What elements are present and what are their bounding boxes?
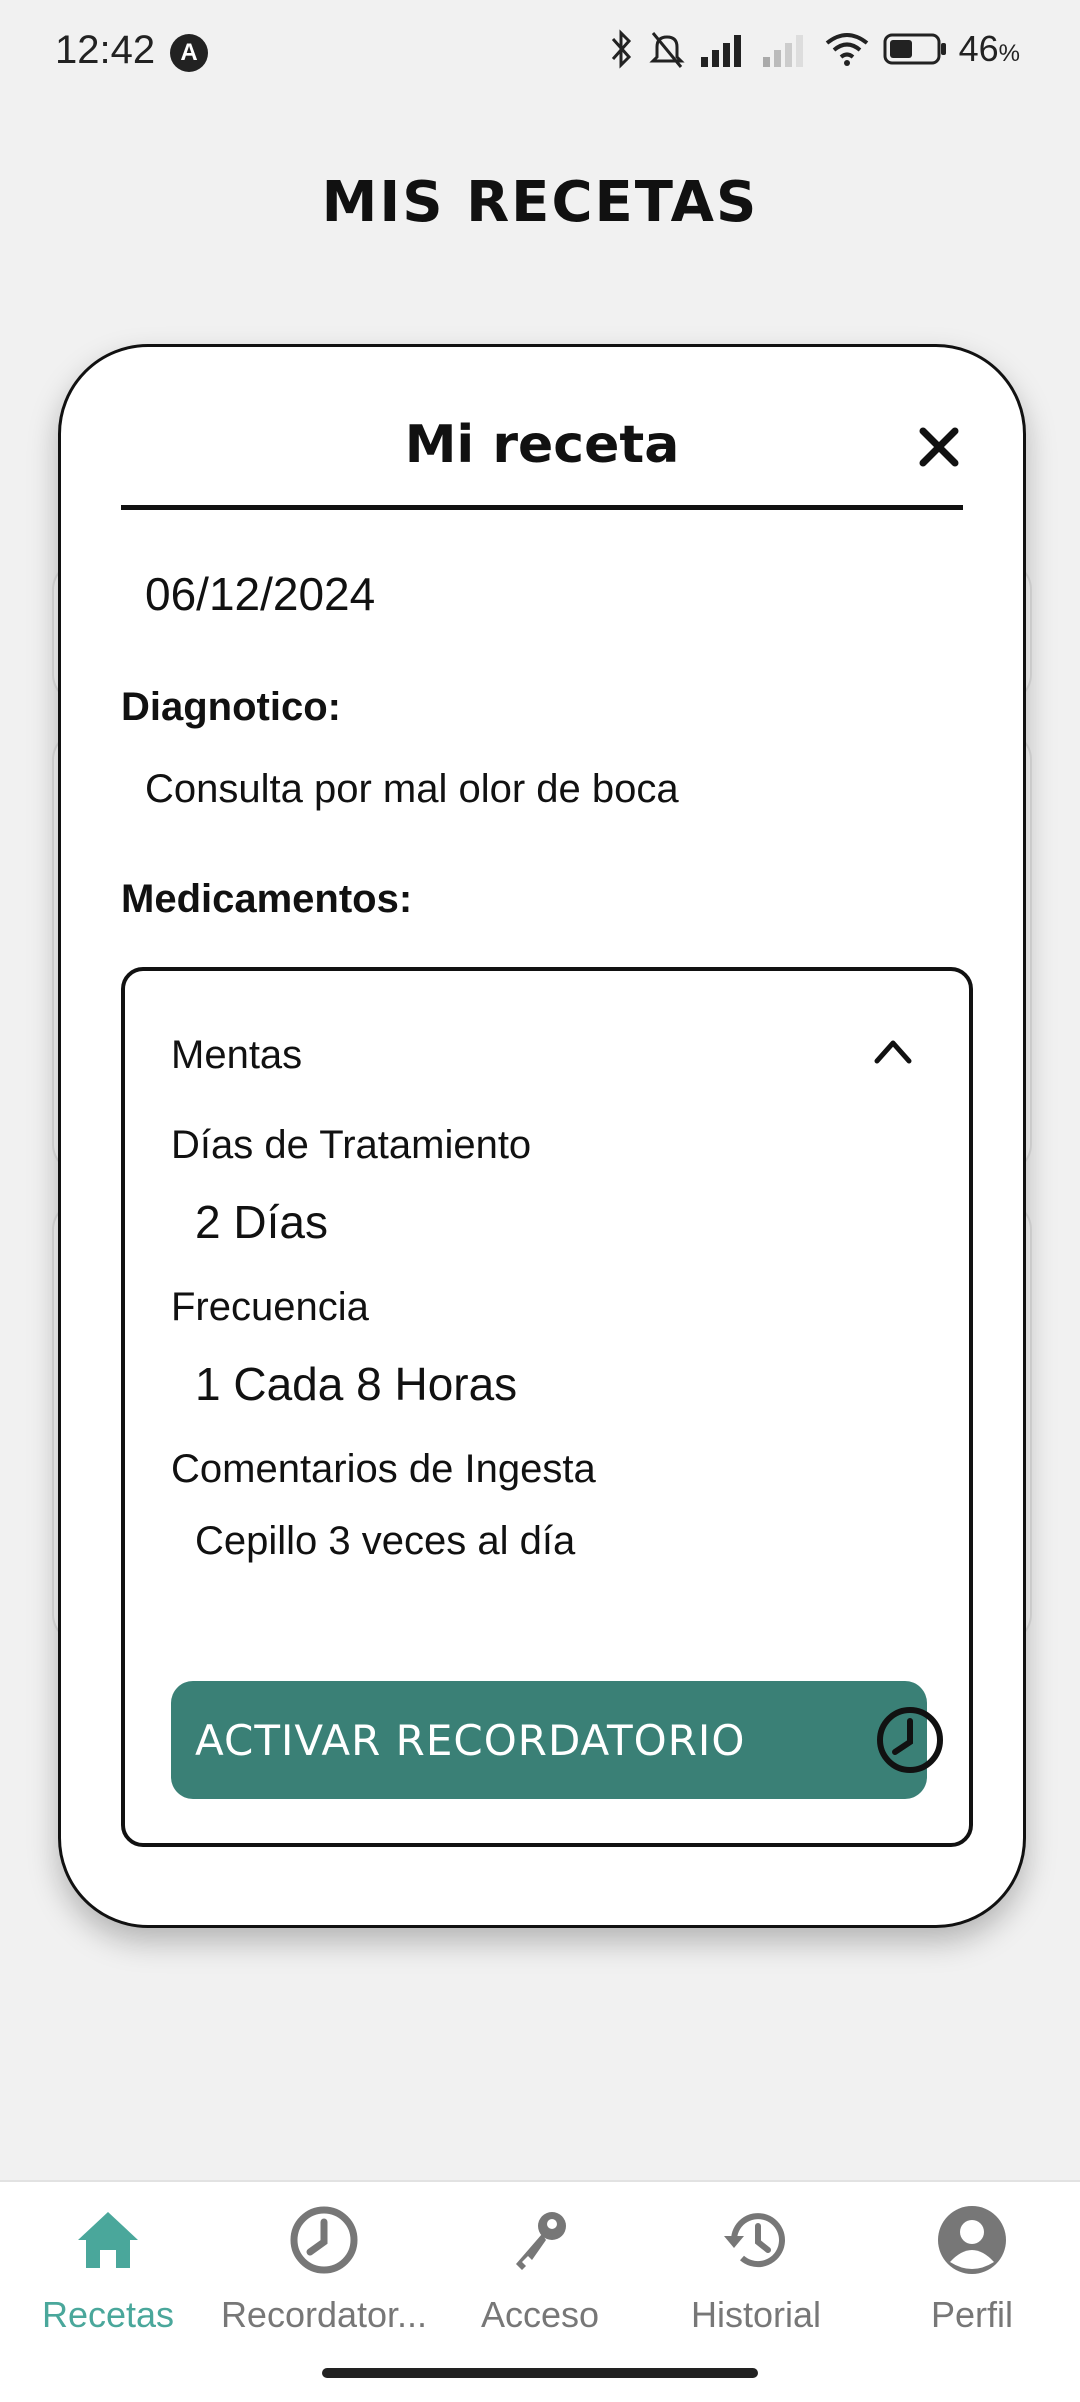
medication-name: Mentas xyxy=(171,1033,303,1077)
status-icons: 46% xyxy=(609,28,1020,70)
bluetooth-icon xyxy=(611,29,631,69)
activate-reminder-button[interactable]: ACTIVAR RECORDATORIO xyxy=(171,1681,943,1799)
diagnosis-value: Consulta por mal olor de boca xyxy=(145,767,679,811)
treatment-days-label: Días de Tratamiento xyxy=(171,1123,532,1167)
nav-label-recordatorios: Recordator... xyxy=(220,2294,428,2335)
home-indicator xyxy=(322,2368,758,2378)
chevron-up-icon[interactable] xyxy=(873,1037,913,1065)
frequency-label: Frecuencia xyxy=(171,1285,369,1329)
nav-label-historial: Historial xyxy=(690,2294,822,2335)
nav-item-historial[interactable]: Historial xyxy=(648,2204,864,2336)
nav-item-recetas[interactable]: Recetas xyxy=(0,2204,216,2336)
nav-label-recetas: Recetas xyxy=(41,2294,175,2335)
medication-card: Mentas Días de Tratamiento 2 Días Frecue… xyxy=(121,967,973,1847)
status-time: 12:42 xyxy=(55,28,156,72)
home-icon xyxy=(78,2212,138,2268)
recipe-date: 06/12/2024 xyxy=(145,568,376,620)
battery-icon xyxy=(883,33,946,65)
bell-muted-icon xyxy=(648,32,685,68)
activate-reminder-label: ACTIVAR RECORDATORIO xyxy=(195,1715,746,1765)
nav-label-acceso: Acceso xyxy=(480,2294,600,2335)
battery-percentage: 46% xyxy=(959,28,1020,70)
clock-icon xyxy=(877,1707,943,1773)
nav-item-perfil[interactable]: Perfil xyxy=(864,2204,1080,2336)
battery-value: 46 xyxy=(958,28,999,69)
page-title: MIS RECETAS xyxy=(321,170,759,235)
signal-icon xyxy=(700,35,741,67)
intake-comments-label: Comentarios de Ingesta xyxy=(171,1447,596,1491)
medications-label: Medicamentos: xyxy=(121,877,413,921)
treatment-days-value: 2 Días xyxy=(195,1196,328,1248)
key-icon xyxy=(516,2212,566,2270)
nav-item-recordatorios[interactable]: Recordator... xyxy=(216,2204,432,2336)
signal-weak-icon xyxy=(762,35,803,67)
diagnosis-label: Diagnotico: xyxy=(121,685,341,729)
frequency-value: 1 Cada 8 Horas xyxy=(195,1358,518,1410)
recipe-modal: Mi receta 06/12/2024 Diagnotico: Consult… xyxy=(58,344,1026,1928)
clock-icon xyxy=(290,2206,358,2274)
intake-comments-value: Cepillo 3 veces al día xyxy=(195,1519,576,1563)
close-icon[interactable] xyxy=(917,425,961,469)
battery-unit: % xyxy=(998,40,1020,67)
history-icon xyxy=(724,2213,785,2268)
status-bar: 12:42 A 46% xyxy=(0,0,1080,110)
app-notification-icon: A xyxy=(170,34,208,72)
modal-title: Mi receta xyxy=(404,415,680,475)
wifi-icon xyxy=(825,33,868,66)
profile-icon xyxy=(938,2206,1006,2274)
nav-label-perfil: Perfil xyxy=(930,2294,1014,2335)
modal-divider xyxy=(121,505,963,510)
nav-item-acceso[interactable]: Acceso xyxy=(432,2204,648,2336)
